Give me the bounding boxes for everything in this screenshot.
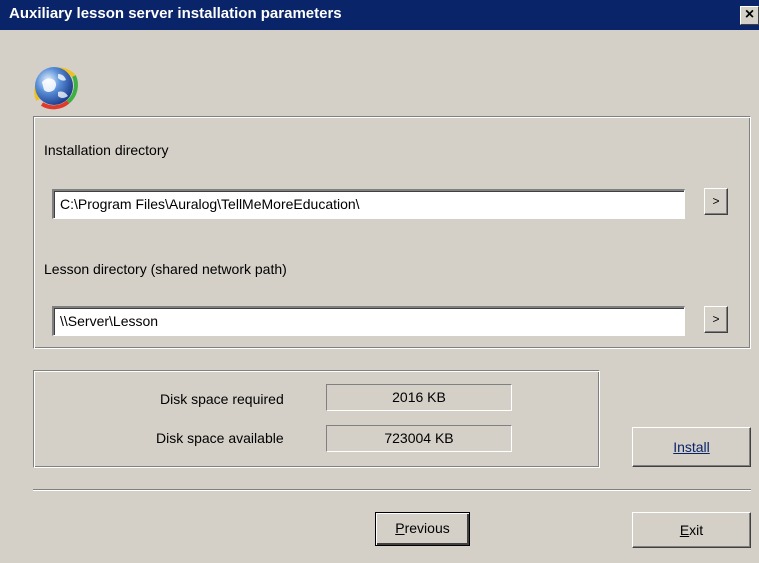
window-title: Auxiliary lesson server installation par… xyxy=(9,5,342,22)
exit-button[interactable]: Exit xyxy=(632,512,751,548)
close-icon: × xyxy=(744,6,755,23)
exit-button-label: Exit xyxy=(679,522,704,538)
previous-button[interactable]: Previous xyxy=(375,512,470,546)
globe-icon xyxy=(28,58,80,110)
installation-directory-field[interactable]: C:\Program Files\Auralog\TellMeMoreEduca… xyxy=(52,189,685,219)
disk-space-required-value: 2016 KB xyxy=(326,384,512,411)
previous-button-label: Previous xyxy=(395,520,450,536)
install-button-label: Install xyxy=(673,439,710,455)
browse-installation-button[interactable]: > xyxy=(704,188,728,215)
disk-space-available-value: 723004 KB xyxy=(326,425,512,452)
separator xyxy=(33,489,751,491)
disk-space-required-label: Disk space required xyxy=(160,391,284,407)
title-bar: Auxiliary lesson server installation par… xyxy=(0,0,759,30)
browse-lesson-button[interactable]: > xyxy=(704,306,728,333)
lesson-directory-label: Lesson directory (shared network path) xyxy=(44,261,287,277)
disk-space-group xyxy=(33,370,600,468)
lesson-directory-field[interactable]: \\Server\Lesson xyxy=(52,306,685,336)
close-button[interactable]: × xyxy=(740,6,759,25)
installer-dialog: Auxiliary lesson server installation par… xyxy=(0,0,759,563)
installation-directory-label: Installation directory xyxy=(44,142,169,158)
disk-space-available-label: Disk space available xyxy=(156,430,284,446)
install-button[interactable]: Install xyxy=(632,427,751,467)
